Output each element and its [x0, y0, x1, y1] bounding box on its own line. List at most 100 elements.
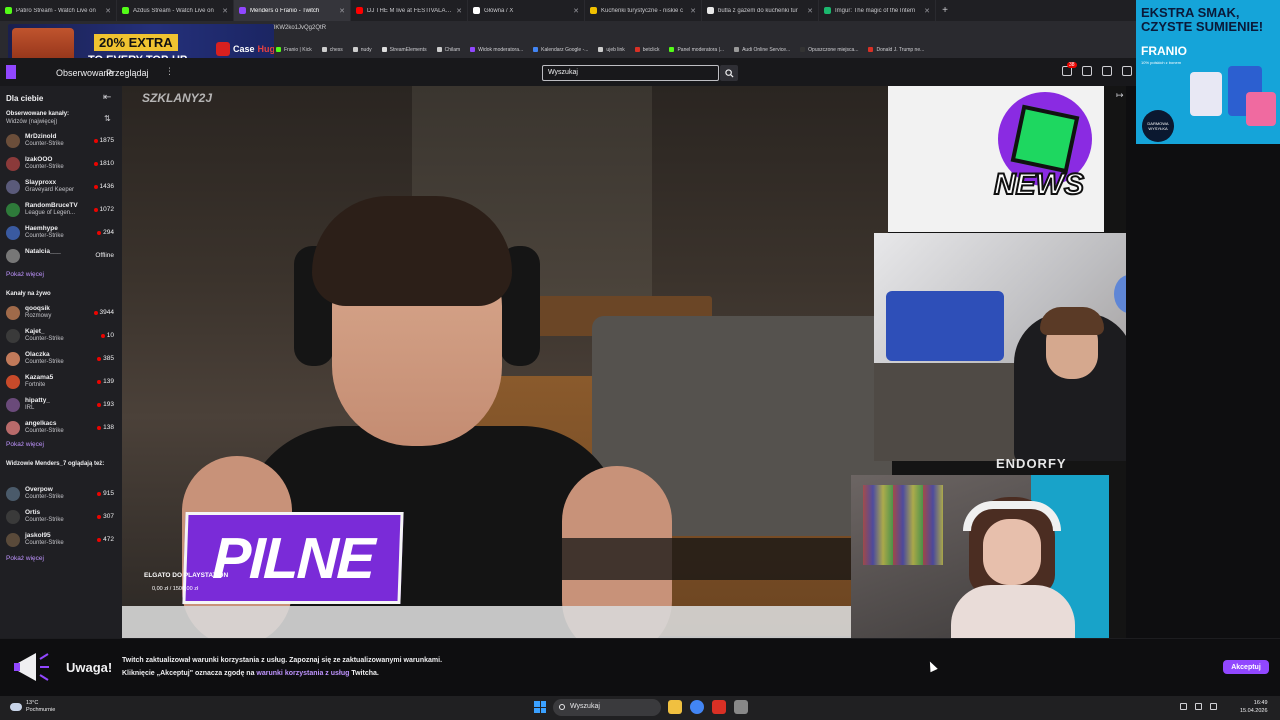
url-text[interactable]: 8KW2ko1JvQg2QtR: [272, 25, 326, 31]
chrome-icon[interactable]: [690, 700, 704, 714]
bookmark[interactable]: StreamElements: [381, 47, 427, 53]
bookmark[interactable]: betclick: [634, 47, 659, 53]
search-button[interactable]: [720, 65, 738, 81]
bookmark[interactable]: chess: [321, 47, 343, 53]
bookmark[interactable]: nudy: [352, 47, 372, 53]
weather-widget[interactable]: 13°C Pochmurnie: [10, 700, 55, 714]
bookmark[interactable]: Kalendarz Google -...: [533, 47, 588, 53]
inbox-icon[interactable]: [1102, 66, 1112, 76]
channel-item[interactable]: Slayproxx Graveyard Keeper 1436: [0, 176, 122, 199]
bookmark[interactable]: Chilam: [436, 46, 461, 53]
close-tab-icon[interactable]: ✕: [573, 7, 579, 15]
new-tab-button[interactable]: +: [936, 5, 954, 16]
notification-badge: 38: [1067, 62, 1077, 68]
network-icon[interactable]: [1195, 703, 1202, 710]
free-shipping-badge: DARMOWA WYSYŁKA: [1142, 110, 1174, 142]
bookmark-label: Chilam: [444, 46, 461, 53]
expand-chat-icon[interactable]: ↦: [1116, 90, 1124, 101]
system-tray[interactable]: [1180, 703, 1217, 710]
clock[interactable]: 16:49 15.04.2026: [1240, 699, 1268, 715]
file-explorer-icon[interactable]: [668, 700, 682, 714]
channel-item[interactable]: MrDzinold Counter-Strike 1875: [0, 130, 122, 153]
search-input[interactable]: Wyszukaj: [542, 65, 719, 81]
nav-following[interactable]: Obserwowane: [56, 68, 114, 78]
bookmark[interactable]: Audi Online Service...: [734, 47, 790, 53]
avatar: [6, 398, 20, 412]
bookmark-icon: [470, 47, 476, 52]
tab-title: Azdus Stream - Watch Live on: [133, 7, 214, 14]
live-dot-icon: [93, 184, 98, 189]
app-icon[interactable]: [712, 700, 726, 714]
terms-link[interactable]: warunki korzystania z usług: [256, 670, 349, 677]
channel-game: IRL: [25, 405, 35, 411]
channel-item[interactable]: Olaczka Counter-Strike 385: [0, 348, 122, 371]
accept-button[interactable]: Akceptuj: [1223, 660, 1269, 674]
channel-item[interactable]: Natalcia___ Offline: [0, 245, 122, 268]
bookmark[interactable]: Panel moderatora |...: [669, 47, 724, 53]
avatar: [6, 180, 20, 194]
avatar: [6, 533, 20, 547]
show-more-live[interactable]: Pokaż więcej: [6, 441, 44, 448]
browser-tab[interactable]: DJ THE M live at FESTIVALAND ✕: [351, 0, 468, 21]
crown-icon[interactable]: [1122, 66, 1132, 76]
channel-item[interactable]: Haemhype Counter-Strike 294: [0, 222, 122, 245]
bookmark-label: Donald J. Trump ne...: [876, 46, 925, 53]
tab-title: DJ THE M live at FESTIVALAND: [367, 7, 453, 14]
franio-side-ad[interactable]: EKSTRA SMAK, CZYSTE SUMIENIE! FRANIO 10%…: [1136, 0, 1280, 144]
channel-item[interactable]: Ortis Counter-Strike 307: [0, 506, 122, 529]
channel-game: Graveyard Keeper: [25, 187, 75, 193]
channel-name: RandomBruceTV: [25, 202, 78, 209]
more-icon[interactable]: ⋮: [165, 66, 174, 77]
channel-item[interactable]: IzakOOO Counter-Strike 1810: [0, 153, 122, 176]
channel-game: Counter-Strike: [25, 164, 64, 170]
bookmark[interactable]: Widok moderatora...: [470, 47, 523, 53]
browser-tab[interactable]: Azdus Stream - Watch Live on ✕: [117, 0, 234, 21]
nav-browse[interactable]: Przeglądaj: [106, 68, 149, 78]
sort-icon[interactable]: ⇅: [104, 114, 111, 123]
channel-item[interactable]: jaskol95 Counter-Strike 472: [0, 529, 122, 552]
twitch-logo-icon[interactable]: [6, 65, 16, 79]
browser-tab[interactable]: Kuchenki turystyczne - niskie c ✕: [585, 0, 702, 21]
settings-icon[interactable]: [734, 700, 748, 714]
collapse-sidebar-icon[interactable]: ⇤: [103, 92, 111, 103]
channel-item[interactable]: angelkacs Counter-Strike 138: [0, 417, 122, 440]
channel-game: Rozmowy: [25, 313, 52, 319]
channel-item[interactable]: Overpow Counter-Strike 915: [0, 483, 122, 506]
close-tab-icon[interactable]: ✕: [339, 7, 345, 15]
close-tab-icon[interactable]: ✕: [105, 7, 111, 15]
show-more-followed[interactable]: Pokaż więcej: [6, 271, 44, 278]
channel-item[interactable]: qooqsik Rozmowy 3944: [0, 302, 122, 325]
channel-item[interactable]: Kajet_ Counter-Strike 10: [0, 325, 122, 348]
whispers-icon[interactable]: [1082, 66, 1092, 76]
bookmark[interactable]: ujeb link: [598, 47, 625, 53]
bookmark[interactable]: Opuszczone miejsca...: [800, 47, 858, 53]
taskbar-search[interactable]: Wyszukaj: [553, 699, 661, 716]
bookmark[interactable]: Franio | Kick: [276, 47, 312, 53]
browser-tab[interactable]: Główna / X ✕: [468, 0, 585, 21]
channel-item[interactable]: Kazama5 Fortnite 139: [0, 371, 122, 394]
live-dot-icon: [97, 379, 102, 384]
channel-item[interactable]: hipatty_ IRL 193: [0, 394, 122, 417]
bookmark[interactable]: Donald J. Trump ne...: [868, 47, 924, 53]
video-player[interactable]: SZKLANY2J PILNE ELGATO DO PLAYSTATION 0,…: [122, 86, 1126, 638]
bookmark-icon: [276, 47, 281, 52]
browser-tab[interactable]: Menders o Franio - Twitch ✕: [234, 0, 351, 21]
close-tab-icon[interactable]: ✕: [924, 7, 930, 15]
browser-tab[interactable]: butla z gazem do kuchenki tur ✕: [702, 0, 819, 21]
channel-game: Counter-Strike: [25, 517, 64, 523]
followed-header: Obserwowane kanały:: [6, 111, 70, 117]
close-tab-icon[interactable]: ✕: [690, 7, 696, 15]
browser-tab[interactable]: Patiro Stream - Watch Live on ✕: [0, 0, 117, 21]
chevron-up-icon[interactable]: [1180, 703, 1187, 710]
close-tab-icon[interactable]: ✕: [456, 7, 462, 15]
close-tab-icon[interactable]: ✕: [222, 7, 228, 15]
live-dot-icon: [97, 491, 102, 496]
browser-tab[interactable]: Imgur: The magic of the Intern ✕: [819, 0, 936, 21]
volume-icon[interactable]: [1210, 703, 1217, 710]
bookmark-icon: [598, 47, 604, 52]
start-button[interactable]: [534, 701, 546, 713]
close-tab-icon[interactable]: ✕: [807, 7, 813, 15]
notice-line-2: Kliknięcie „Akceptuj" oznacza zgodę na w…: [122, 670, 379, 677]
show-more-also[interactable]: Pokaż więcej: [6, 555, 44, 562]
channel-item[interactable]: RandomBruceTV League of Legen... 1072: [0, 199, 122, 222]
